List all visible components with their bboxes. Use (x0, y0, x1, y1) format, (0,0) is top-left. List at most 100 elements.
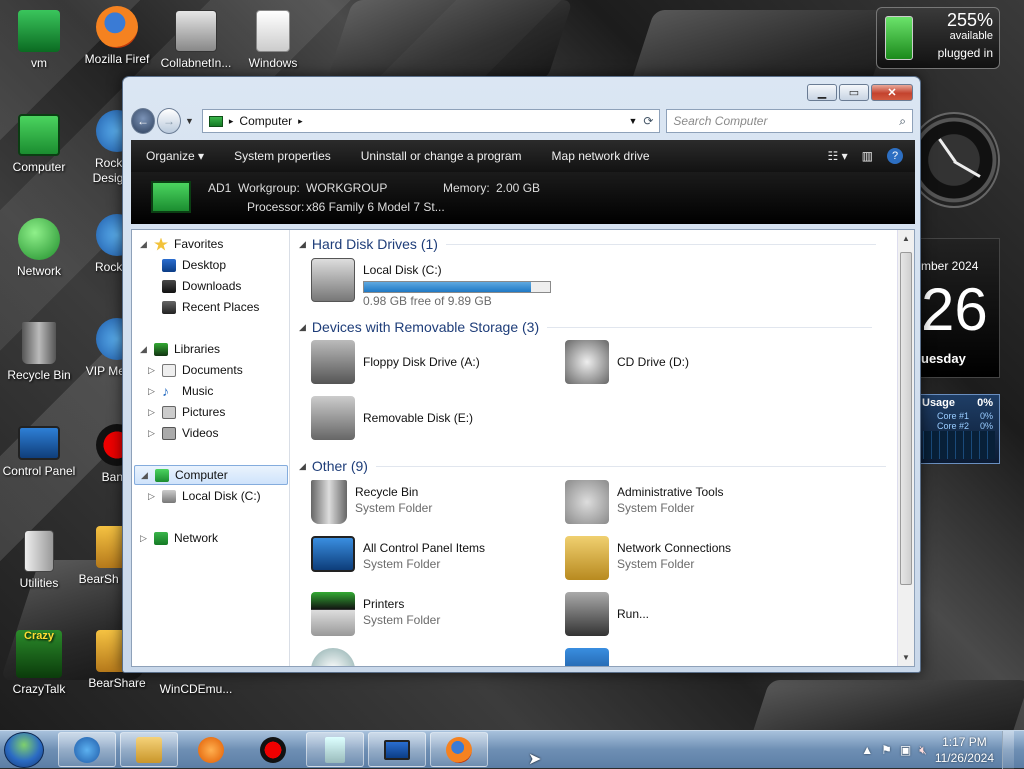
nav-documents[interactable]: ▷ Documents (148, 360, 243, 380)
network-tray-icon[interactable]: ▣ (900, 743, 911, 757)
desktop-icon-collabnet[interactable]: CollabnetIn... (156, 10, 236, 71)
desktop-icon-firefox[interactable]: Mozilla Firef (78, 6, 156, 67)
action-center-flag-icon[interactable]: ⚑ (881, 743, 892, 757)
expand-icon[interactable]: ▷ (140, 533, 150, 544)
drive-cd-d[interactable]: CD Drive (D:) (565, 340, 689, 384)
address-dropdown-icon[interactable]: ▼ (628, 116, 643, 126)
nav-recent-places[interactable]: Recent Places (162, 297, 259, 317)
nav-pictures[interactable]: ▷ Pictures (148, 402, 225, 422)
organize-button[interactable]: Organize ▾ (131, 149, 219, 163)
maximize-button[interactable]: ▭ (839, 84, 869, 101)
start-button[interactable] (4, 732, 44, 768)
calendar-day: 26 (921, 276, 988, 343)
desktop-icon-computer[interactable]: Computer (0, 114, 78, 175)
nav-local-disk[interactable]: ▷ Local Disk (C:) (148, 486, 261, 506)
scroll-thumb[interactable] (900, 252, 912, 585)
volume-muted-icon[interactable]: 🔇︎ (919, 743, 927, 758)
nav-network[interactable]: ▷ Network (140, 528, 218, 548)
item-recycle-bin[interactable]: Recycle Bin System Folder (311, 480, 432, 524)
removable-disk-icon (311, 396, 355, 440)
collapse-icon[interactable]: ◢ (299, 322, 306, 333)
computer-icon (18, 114, 60, 156)
expand-icon[interactable]: ▷ (148, 491, 158, 502)
nav-libraries[interactable]: ◢ Libraries (140, 339, 220, 359)
explorer-window[interactable]: ▁ ▭ ✕ ← → ▼ ▸ Computer ▸ ▼ ⟳ Search Comp… (122, 76, 921, 673)
nav-videos[interactable]: ▷ Videos (148, 423, 218, 443)
item-partial[interactable] (311, 648, 363, 666)
forward-button[interactable]: → (156, 108, 181, 134)
search-box[interactable]: Search Computer ⌕ (666, 109, 914, 133)
group-other[interactable]: ◢ Other (9) (299, 458, 886, 474)
expand-icon[interactable]: ◢ (141, 470, 151, 481)
expand-icon[interactable]: ▷ (148, 386, 158, 397)
drive-floppy-a[interactable]: Floppy Disk Drive (A:) (311, 340, 480, 384)
desktop-icon-vm[interactable]: vm (0, 10, 78, 71)
taskbar-file[interactable] (306, 732, 364, 767)
back-button[interactable]: ← (131, 108, 155, 134)
taskbar-firefox[interactable] (430, 732, 488, 767)
taskbar-ie[interactable] (58, 732, 116, 767)
documents-icon (162, 363, 176, 377)
show-desktop-button[interactable] (1002, 731, 1014, 769)
taskbar-explorer[interactable] (120, 732, 178, 767)
scroll-up-icon[interactable]: ▲ (902, 234, 910, 243)
recent-pages-dropdown[interactable]: ▼ (185, 116, 194, 126)
expand-icon[interactable]: ▷ (148, 365, 158, 376)
collapse-icon[interactable]: ◢ (299, 239, 306, 250)
expand-icon[interactable]: ▷ (148, 428, 158, 439)
taskbar-bandicam[interactable] (244, 732, 302, 767)
item-control-panel[interactable]: All Control Panel Items System Folder (311, 536, 485, 572)
desktop-icon-utilities[interactable]: Utilities (0, 530, 78, 591)
nav-desktop[interactable]: Desktop (162, 255, 226, 275)
help-icon[interactable]: ? (887, 148, 903, 164)
cpu-gadget[interactable]: Usage 0% Core #1 0% Core #2 0% (918, 394, 1000, 464)
item-administrative-tools[interactable]: Administrative Tools System Folder (565, 480, 724, 524)
nav-downloads[interactable]: Downloads (162, 276, 241, 296)
record-icon (260, 736, 286, 763)
collapse-icon[interactable]: ◢ (299, 461, 306, 472)
cpu-title: Usage (922, 397, 956, 409)
calendar-gadget[interactable]: mber 2024 26 uesday (920, 238, 1000, 378)
group-hard-disk-drives[interactable]: ◢ Hard Disk Drives (1) (299, 236, 876, 252)
network-globe-icon (18, 218, 60, 260)
desktop-icon-crazytalk[interactable]: Crazy CrazyTalk (0, 630, 78, 697)
battery-gadget[interactable]: 255% available plugged in (876, 7, 1000, 69)
system-properties-button[interactable]: System properties (219, 149, 346, 163)
view-options-icon[interactable]: ☷ ▾ (828, 149, 848, 163)
taskbar-clock[interactable]: 1:17 PM 11/26/2024 (935, 734, 994, 766)
item-partial[interactable] (565, 648, 617, 666)
drive-local-c[interactable]: Local Disk (C:) 0.98 GB free of 9.89 GB (311, 258, 551, 309)
desktop-icon-wincdemu[interactable]: WinCDEmu... (156, 682, 236, 697)
desktop-icon-recycle-bin[interactable]: Recycle Bin (0, 322, 78, 383)
search-icon[interactable]: ⌕ (899, 114, 906, 129)
minimize-button[interactable]: ▁ (807, 84, 837, 101)
clock-gadget[interactable] (908, 112, 1000, 208)
item-network-connections[interactable]: Network Connections System Folder (565, 536, 731, 580)
nav-favorites[interactable]: ◢ Favorites (140, 234, 223, 254)
search-placeholder: Search Computer (673, 114, 768, 128)
item-run[interactable]: Run... (565, 592, 649, 636)
expand-icon[interactable]: ◢ (140, 239, 150, 250)
vertical-scrollbar[interactable]: ▲ ▼ (897, 230, 914, 666)
address-crumb-computer[interactable]: Computer (239, 114, 292, 128)
desktop-icon-network[interactable]: Network (0, 218, 78, 279)
scroll-down-icon[interactable]: ▼ (902, 653, 910, 662)
group-removable-storage[interactable]: ◢ Devices with Removable Storage (3) (299, 319, 873, 335)
uninstall-program-button[interactable]: Uninstall or change a program (346, 149, 537, 163)
expand-icon[interactable]: ◢ (140, 344, 150, 355)
nav-computer[interactable]: ◢ Computer (134, 465, 288, 485)
map-network-drive-button[interactable]: Map network drive (537, 149, 665, 163)
desktop-icon-control-panel[interactable]: Control Panel (0, 426, 78, 479)
refresh-icon[interactable]: ⟳ (643, 114, 659, 128)
preview-pane-icon[interactable]: ▥ (862, 149, 873, 163)
item-printers[interactable]: Printers System Folder (311, 592, 440, 636)
drive-removable-e[interactable]: Removable Disk (E:) (311, 396, 473, 440)
expand-icon[interactable]: ▷ (148, 407, 158, 418)
address-box[interactable]: ▸ Computer ▸ ▼ ⟳ (201, 109, 661, 133)
desktop-icon-windows[interactable]: Windows (234, 10, 312, 71)
taskbar-media-player[interactable] (182, 732, 240, 767)
taskbar-computer-window[interactable] (368, 732, 426, 767)
nav-music[interactable]: ▷ ♪ Music (148, 381, 213, 401)
show-hidden-icons[interactable]: ▲ (861, 743, 873, 757)
close-button[interactable]: ✕ (871, 84, 913, 101)
